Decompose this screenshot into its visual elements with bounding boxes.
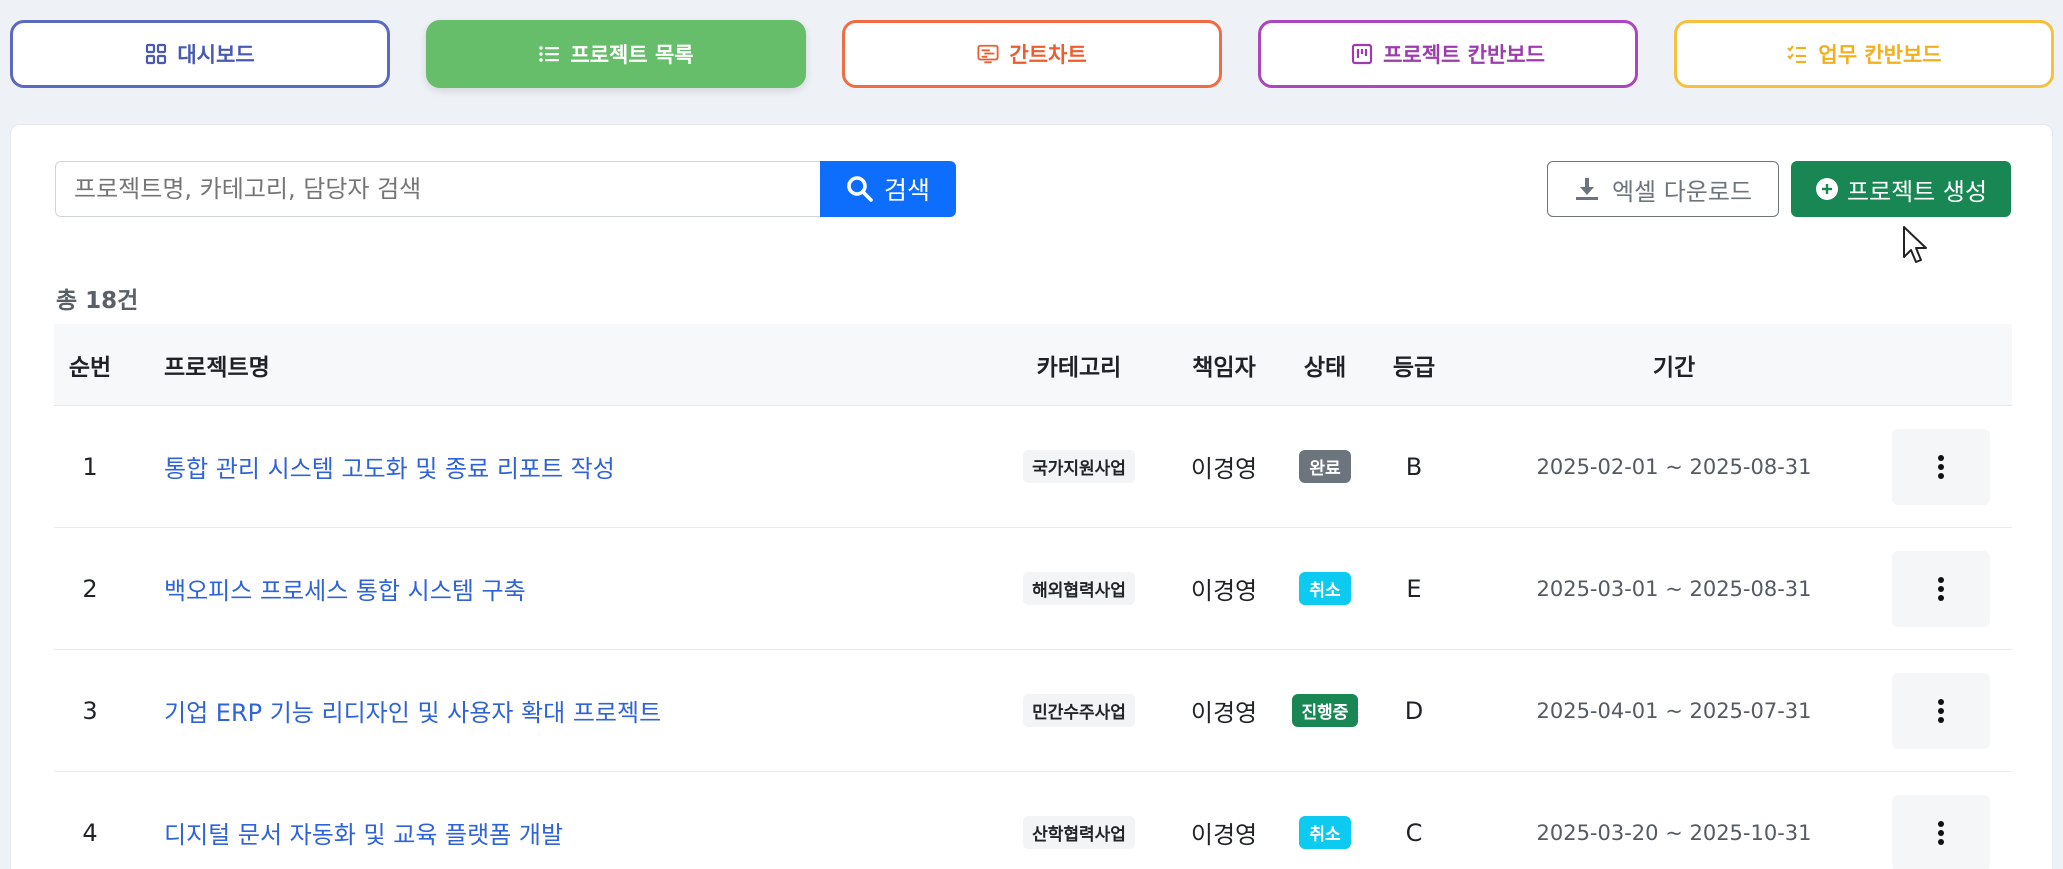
nav-project-list-label: 프로젝트 목록	[570, 43, 694, 67]
kebab-icon	[1938, 454, 1944, 479]
project-name-cell: 백오피스 프로세스 통합 시스템 구축	[164, 528, 964, 649]
nav-dashboard-button[interactable]: 대시보드	[10, 20, 390, 88]
kebab-icon	[1938, 698, 1944, 723]
status-badge: 완료	[1299, 450, 1351, 483]
search-icon	[847, 176, 873, 202]
gantt-icon	[977, 44, 999, 64]
kanban-icon	[1351, 43, 1373, 65]
project-name-link[interactable]: 디지털 문서 자동화 및 교육 플랫폼 개발	[164, 815, 563, 850]
row-menu-button[interactable]	[1892, 550, 1990, 627]
excel-download-label: 엑셀 다운로드	[1611, 177, 1753, 206]
row-menu-button[interactable]	[1892, 428, 1990, 505]
project-table: 순번 프로젝트명 카테고리 책임자 상태 등급 기간 1 통합 관리 시스템 고…	[54, 324, 2012, 869]
kebab-icon	[1938, 576, 1944, 601]
status-badge: 취소	[1299, 572, 1351, 605]
action-cell	[1892, 528, 1990, 649]
search-button[interactable]: 검색	[820, 161, 956, 217]
search-input[interactable]	[55, 161, 831, 217]
category-cell: 민간수주사업	[1004, 650, 1154, 771]
nav-project-kanban-button[interactable]: 프로젝트 칸반보드	[1258, 20, 1638, 88]
table-row: 3 기업 ERP 기능 리디자인 및 사용자 확대 프로젝트 민간수주사업 이경…	[54, 650, 2012, 772]
search-button-label: 검색	[883, 176, 930, 205]
project-name-cell: 디지털 문서 자동화 및 교육 플랫폼 개발	[164, 772, 964, 869]
project-name-link[interactable]: 기업 ERP 기능 리디자인 및 사용자 확대 프로젝트	[164, 693, 661, 728]
nav-work-kanban-label: 업무 칸반보드	[1818, 43, 1942, 67]
header-category[interactable]: 카테고리	[1004, 324, 1154, 405]
grid-icon	[146, 43, 167, 65]
period-cell: 2025-03-20 ~ 2025-10-31	[1536, 820, 1812, 845]
owner-cell: 이경영	[1190, 455, 1258, 483]
status-badge: 진행중	[1291, 694, 1359, 727]
nav-gantt-button[interactable]: 간트차트	[842, 20, 1222, 88]
header-owner[interactable]: 책임자	[1164, 324, 1284, 405]
grade-cell: D	[1404, 696, 1424, 725]
header-period[interactable]: 기간	[1524, 324, 1824, 405]
owner-cell: 이경영	[1190, 699, 1258, 727]
row-number: 3	[82, 696, 98, 725]
row-menu-button[interactable]	[1892, 672, 1990, 749]
grade-cell: C	[1405, 818, 1423, 847]
status-cell: 진행중	[1284, 650, 1366, 771]
action-cell	[1892, 406, 1990, 527]
action-cell	[1892, 650, 1990, 771]
status-cell: 취소	[1284, 528, 1366, 649]
excel-download-button[interactable]: 엑셀 다운로드	[1547, 161, 1779, 217]
project-name-link[interactable]: 백오피스 프로세스 통합 시스템 구축	[164, 571, 526, 606]
top-navigation: 대시보드 프로젝트 목록 간트차트 프로젝트 칸반보드 업무 칸반보드	[10, 20, 2054, 88]
owner-cell: 이경영	[1190, 577, 1258, 605]
action-cell	[1892, 772, 1990, 869]
grade-cell: B	[1405, 452, 1423, 481]
table-row: 4 디지털 문서 자동화 및 교육 플랫폼 개발 산학협력사업 이경영 취소 C…	[54, 772, 2012, 869]
table-row: 2 백오피스 프로세스 통합 시스템 구축 해외협력사업 이경영 취소 E 20…	[54, 528, 2012, 650]
category-cell: 국가지원사업	[1004, 406, 1154, 527]
project-name-cell: 통합 관리 시스템 고도화 및 종료 리포트 작성	[164, 406, 964, 527]
plus-circle-icon	[1815, 178, 1838, 200]
period-cell: 2025-02-01 ~ 2025-08-31	[1536, 454, 1812, 479]
row-number: 4	[82, 818, 98, 847]
row-number: 1	[82, 452, 98, 481]
row-number: 2	[82, 574, 98, 603]
category-cell: 산학협력사업	[1004, 772, 1154, 869]
download-icon	[1575, 178, 1598, 200]
owner-cell: 이경영	[1190, 821, 1258, 849]
period-cell: 2025-03-01 ~ 2025-08-31	[1536, 576, 1812, 601]
checklist-icon	[1787, 45, 1807, 64]
table-header: 순번 프로젝트명 카테고리 책임자 상태 등급 기간	[54, 324, 2012, 406]
create-project-label: 프로젝트 생성	[1846, 177, 1988, 206]
project-name-cell: 기업 ERP 기능 리디자인 및 사용자 확대 프로젝트	[164, 650, 964, 771]
header-status[interactable]: 상태	[1284, 324, 1366, 405]
project-list-card: 검색 엑셀 다운로드 프로젝트 생성 총 18건 순번 프로젝트명 카테고리 책…	[10, 124, 2053, 869]
status-cell: 완료	[1284, 406, 1366, 527]
category-cell: 해외협력사업	[1004, 528, 1154, 649]
kebab-icon	[1938, 820, 1944, 845]
nav-project-list-button[interactable]: 프로젝트 목록	[426, 20, 806, 88]
list-icon	[539, 46, 560, 62]
row-menu-button[interactable]	[1892, 794, 1990, 869]
mouse-cursor-icon	[1903, 226, 1927, 263]
header-name[interactable]: 프로젝트명	[164, 324, 964, 405]
create-project-button[interactable]: 프로젝트 생성	[1791, 161, 2011, 217]
header-no[interactable]: 순번	[54, 324, 126, 405]
status-cell: 취소	[1284, 772, 1366, 869]
category-badge: 국가지원사업	[1023, 450, 1135, 483]
category-badge: 산학협력사업	[1023, 816, 1135, 849]
nav-dashboard-label: 대시보드	[177, 43, 255, 67]
grade-cell: E	[1406, 574, 1422, 603]
nav-project-kanban-label: 프로젝트 칸반보드	[1383, 43, 1545, 67]
project-name-link[interactable]: 통합 관리 시스템 고도화 및 종료 리포트 작성	[164, 449, 615, 484]
category-badge: 해외협력사업	[1023, 572, 1135, 605]
status-badge: 취소	[1299, 816, 1351, 849]
nav-work-kanban-button[interactable]: 업무 칸반보드	[1674, 20, 2054, 88]
total-count: 총 18건	[56, 288, 139, 314]
header-grade[interactable]: 등급	[1374, 324, 1454, 405]
nav-gantt-label: 간트차트	[1009, 43, 1087, 67]
category-badge: 민간수주사업	[1023, 694, 1135, 727]
table-row: 1 통합 관리 시스템 고도화 및 종료 리포트 작성 국가지원사업 이경영 완…	[54, 406, 2012, 528]
period-cell: 2025-04-01 ~ 2025-07-31	[1536, 698, 1812, 723]
